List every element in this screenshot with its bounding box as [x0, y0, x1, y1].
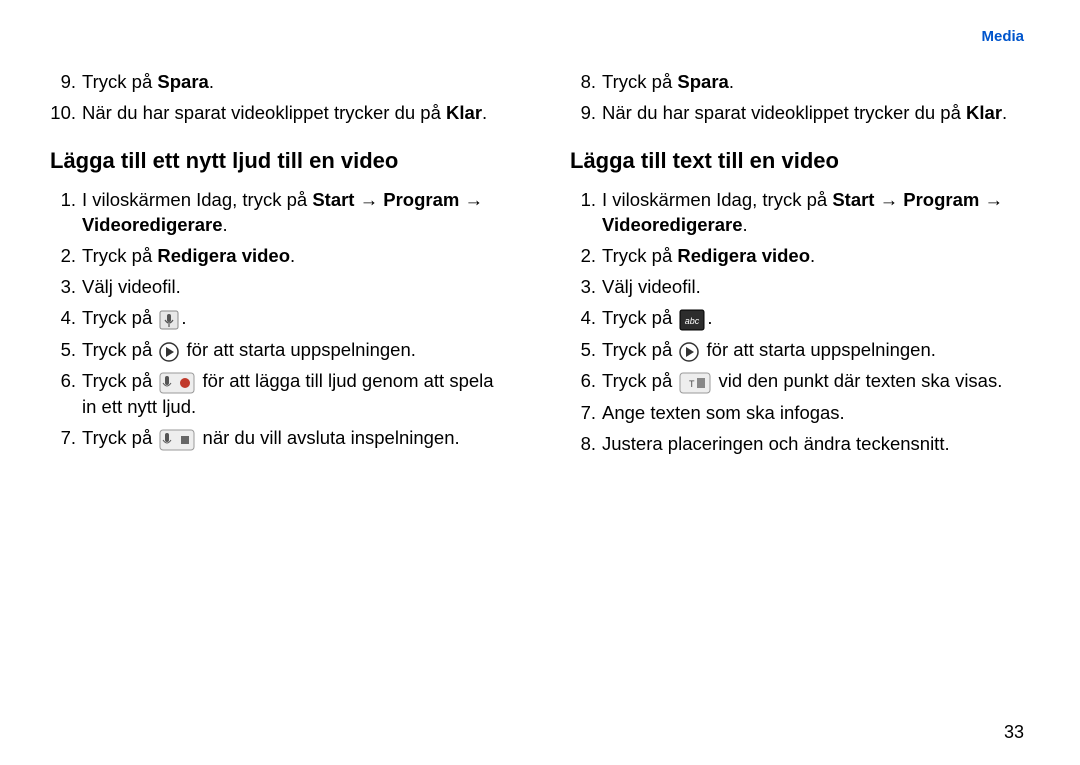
mic-record-icon — [159, 370, 195, 395]
list-item: 4.Tryck på abc. — [570, 306, 1030, 332]
list-item: 8.Tryck på Spara. — [570, 70, 1030, 95]
step-number: 7. — [50, 426, 82, 452]
bold-text: Start — [312, 189, 354, 210]
mic-small-icon — [159, 307, 179, 332]
step-number: 10. — [50, 101, 82, 126]
bold-text: Klar — [966, 102, 1002, 123]
play-circle-icon — [159, 338, 179, 363]
list-item: 3.Välj videofil. — [50, 275, 510, 300]
right-steps-a: 8.Tryck på Spara.9.När du har sparat vid… — [570, 70, 1030, 126]
list-item: 9.Tryck på Spara. — [50, 70, 510, 95]
left-steps-b: 1.I viloskärmen Idag, tryck på Start → P… — [50, 188, 510, 451]
list-item: 8.Justera placeringen och ändra teckensn… — [570, 432, 1030, 457]
play-circle-icon — [679, 338, 699, 363]
text-abc-icon: abc — [679, 307, 705, 332]
right-steps-b: 1.I viloskärmen Idag, tryck på Start → P… — [570, 188, 1030, 457]
step-text: Tryck på för att starta uppspelningen. — [602, 338, 1030, 364]
list-item: 3.Välj videofil. — [570, 275, 1030, 300]
list-item: 6.Tryck på för att lägga till ljud genom… — [50, 369, 510, 420]
step-text: Tryck på T vid den punkt där texten ska … — [602, 369, 1030, 395]
list-item: 10.När du har sparat videoklippet trycke… — [50, 101, 510, 126]
left-heading: Lägga till ett nytt ljud till en video — [50, 148, 510, 174]
step-number: 3. — [50, 275, 82, 300]
step-number: 1. — [50, 188, 82, 238]
step-number: 5. — [50, 338, 82, 364]
step-text: Tryck på Spara. — [82, 70, 510, 95]
step-number: 2. — [570, 244, 602, 269]
page-number: 33 — [1004, 722, 1024, 743]
step-number: 2. — [50, 244, 82, 269]
step-text: Justera placeringen och ändra teckensnit… — [602, 432, 1030, 457]
list-item: 2.Tryck på Redigera video. — [570, 244, 1030, 269]
svg-text:T: T — [689, 379, 695, 389]
step-text: I viloskärmen Idag, tryck på Start → Pro… — [602, 188, 1030, 238]
bold-text: Start — [832, 189, 874, 210]
bold-text: Videoredigerare — [82, 214, 223, 235]
mic-stop-icon — [159, 427, 195, 452]
step-number: 7. — [570, 401, 602, 426]
step-number: 3. — [570, 275, 602, 300]
step-text: När du har sparat videoklippet trycker d… — [602, 101, 1030, 126]
text-marker-icon: T — [679, 370, 711, 395]
content-columns: 9.Tryck på Spara.10.När du har sparat vi… — [50, 70, 1030, 463]
step-text: Tryck på Redigera video. — [82, 244, 510, 269]
step-number: 6. — [570, 369, 602, 395]
right-column: 8.Tryck på Spara.9.När du har sparat vid… — [570, 70, 1030, 463]
list-item: 6.Tryck på T vid den punkt där texten sk… — [570, 369, 1030, 395]
step-number: 4. — [50, 306, 82, 332]
step-text: Tryck på när du vill avsluta inspelninge… — [82, 426, 510, 452]
step-number: 8. — [570, 70, 602, 95]
list-item: 7.Tryck på när du vill avsluta inspelnin… — [50, 426, 510, 452]
svg-text:abc: abc — [685, 316, 700, 326]
step-text: Välj videofil. — [82, 275, 510, 300]
bold-text: Program — [903, 189, 979, 210]
step-number: 8. — [570, 432, 602, 457]
list-item: 1.I viloskärmen Idag, tryck på Start → P… — [50, 188, 510, 238]
list-item: 9.När du har sparat videoklippet trycker… — [570, 101, 1030, 126]
step-text: Tryck på . — [82, 306, 510, 332]
step-text: Tryck på för att lägga till ljud genom a… — [82, 369, 510, 420]
step-text: Tryck på Redigera video. — [602, 244, 1030, 269]
step-number: 9. — [570, 101, 602, 126]
left-column: 9.Tryck på Spara.10.När du har sparat vi… — [50, 70, 510, 463]
step-text: Ange texten som ska infogas. — [602, 401, 1030, 426]
step-text: När du har sparat videoklippet trycker d… — [82, 101, 510, 126]
bold-text: Spara — [157, 71, 208, 92]
bold-text: Klar — [446, 102, 482, 123]
step-number: 5. — [570, 338, 602, 364]
list-item: 5.Tryck på för att starta uppspelningen. — [50, 338, 510, 364]
section-header: Media — [981, 28, 1024, 45]
left-steps-a: 9.Tryck på Spara.10.När du har sparat vi… — [50, 70, 510, 126]
bold-text: Spara — [677, 71, 728, 92]
bold-text: Redigera video — [677, 245, 810, 266]
step-text: Tryck på för att starta uppspelningen. — [82, 338, 510, 364]
step-number: 4. — [570, 306, 602, 332]
right-heading: Lägga till text till en video — [570, 148, 1030, 174]
list-item: 5.Tryck på för att starta uppspelningen. — [570, 338, 1030, 364]
step-text: Tryck på abc. — [602, 306, 1030, 332]
step-number: 6. — [50, 369, 82, 420]
list-item: 2.Tryck på Redigera video. — [50, 244, 510, 269]
step-text: Tryck på Spara. — [602, 70, 1030, 95]
bold-text: Videoredigerare — [602, 214, 743, 235]
list-item: 1.I viloskärmen Idag, tryck på Start → P… — [570, 188, 1030, 238]
list-item: 4.Tryck på . — [50, 306, 510, 332]
step-text: I viloskärmen Idag, tryck på Start → Pro… — [82, 188, 510, 238]
bold-text: Redigera video — [157, 245, 290, 266]
step-number: 1. — [570, 188, 602, 238]
step-number: 9. — [50, 70, 82, 95]
bold-text: Program — [383, 189, 459, 210]
list-item: 7.Ange texten som ska infogas. — [570, 401, 1030, 426]
step-text: Välj videofil. — [602, 275, 1030, 300]
